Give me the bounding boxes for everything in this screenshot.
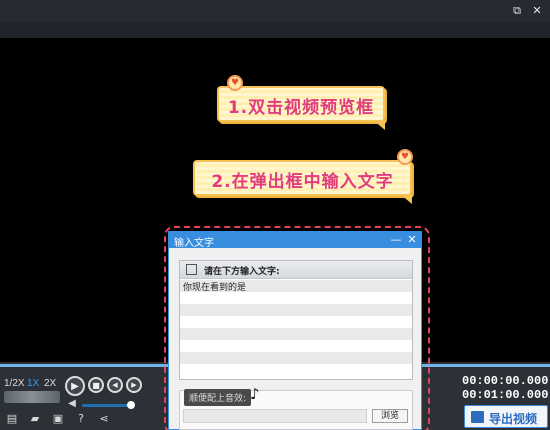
text-input-label: 请在下方输入文字: xyxy=(204,267,280,277)
current-time: 00:00:00.000 xyxy=(462,374,549,388)
text-line[interactable] xyxy=(180,292,412,304)
text-input-header: 请在下方输入文字: xyxy=(180,261,412,279)
zoom-slider[interactable] xyxy=(4,391,60,403)
play-icon: ▶ xyxy=(71,381,79,392)
export-video-button[interactable]: 导出视频 xyxy=(464,405,548,428)
export-icon xyxy=(471,411,484,423)
play-button[interactable]: ▶ xyxy=(65,376,85,396)
stop-icon: ■ xyxy=(92,381,100,390)
text-line[interactable] xyxy=(180,316,412,328)
help-icon[interactable]: ? xyxy=(75,413,87,425)
volume-knob[interactable] xyxy=(127,401,135,409)
heart-icon: ♥ xyxy=(397,149,413,165)
instruction-step-1: 1.双击视频预览框 xyxy=(227,98,375,118)
text-line[interactable] xyxy=(180,304,412,316)
close-icon[interactable]: ✕ xyxy=(405,233,419,246)
folder-icon[interactable]: ▰ xyxy=(29,413,41,425)
export-video-label: 导出视频 xyxy=(489,412,538,426)
instruction-note-2: ♥ 2.在弹出框中输入文字 xyxy=(193,149,413,204)
minimize-icon[interactable]: — xyxy=(389,233,403,246)
speed-half[interactable]: 1/2X xyxy=(4,378,25,389)
toolbar-strip xyxy=(0,22,550,38)
next-frame-button[interactable]: ▶ xyxy=(126,377,142,393)
edit-icon xyxy=(186,264,197,275)
text-line[interactable] xyxy=(180,364,412,376)
step-back-icon: ◀ xyxy=(112,381,118,389)
close-window-icon[interactable]: ✕ xyxy=(530,4,544,18)
text-line[interactable]: 你现在看到的是 xyxy=(180,280,412,293)
title-bar: ⧉ ✕ xyxy=(0,0,550,22)
sound-file-path-input[interactable] xyxy=(183,409,367,423)
speed-1x[interactable]: 1X xyxy=(27,378,39,389)
input-text-dialog: 输入文字 — ✕ 请在下方输入文字: 你现在看到的是 顺便配上音效: ♪ 浏览 xyxy=(168,231,422,430)
browse-button[interactable]: 浏览 xyxy=(372,409,408,423)
save-icon[interactable]: ▣ xyxy=(52,413,64,425)
dialog-title-bar: 输入文字 — ✕ xyxy=(169,232,421,249)
volume-slider[interactable] xyxy=(82,404,132,407)
total-time: 00:01:00.000 xyxy=(462,388,549,402)
paper-curl xyxy=(400,194,412,204)
open-project-icon[interactable]: ▤ xyxy=(6,413,18,425)
dialog-title: 输入文字 xyxy=(174,238,214,249)
text-line[interactable] xyxy=(180,328,412,340)
text-input-area[interactable]: 请在下方输入文字: 你现在看到的是 xyxy=(179,260,413,380)
instruction-note-1: ♥ 1.双击视频预览框 xyxy=(217,75,385,130)
share-icon[interactable]: ⋖ xyxy=(98,413,110,425)
volume-icon[interactable]: ◀ xyxy=(66,398,78,410)
heart-icon: ♥ xyxy=(227,75,243,91)
text-line[interactable] xyxy=(180,340,412,352)
previous-frame-button[interactable]: ◀ xyxy=(107,377,123,393)
speed-2x[interactable]: 2X xyxy=(44,378,56,389)
sound-effect-label: 顺便配上音效: xyxy=(184,389,252,406)
music-note-icon: ♪ xyxy=(250,385,260,403)
paper-curl xyxy=(373,120,385,130)
stop-button[interactable]: ■ xyxy=(88,377,104,393)
restore-window-icon[interactable]: ⧉ xyxy=(510,4,524,18)
instruction-step-2: 2.在弹出框中输入文字 xyxy=(211,172,394,192)
step-forward-icon: ▶ xyxy=(131,381,137,389)
text-line[interactable] xyxy=(180,352,412,364)
sound-effect-section: 顺便配上音效: ♪ 浏览 xyxy=(179,385,413,430)
